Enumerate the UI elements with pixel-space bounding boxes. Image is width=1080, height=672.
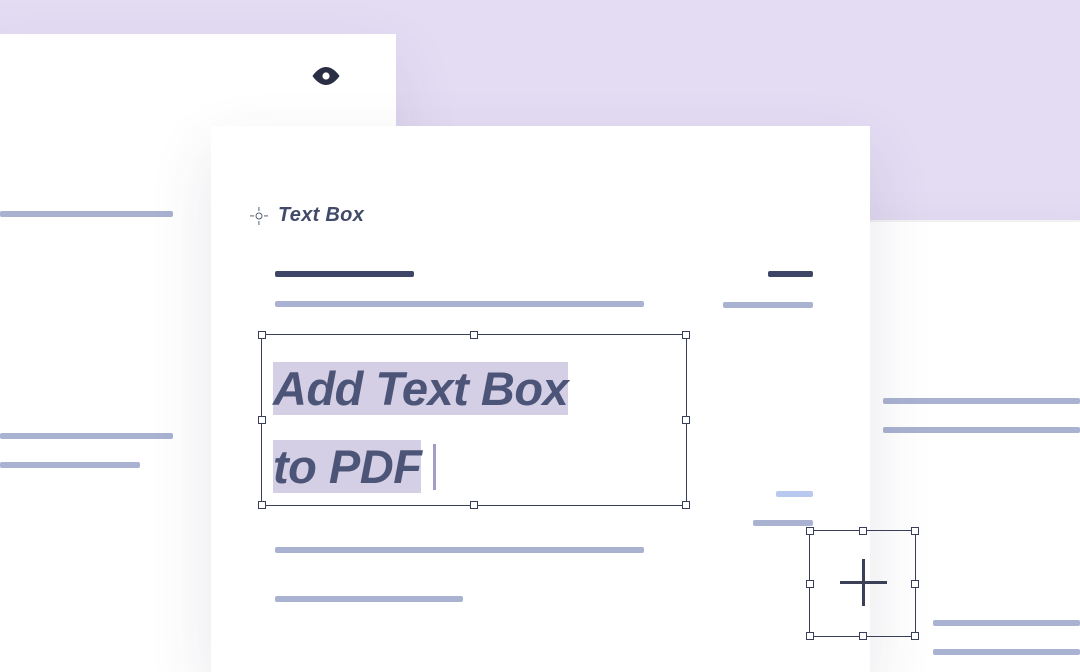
illustration-stage: Text Box Add Text Box to PDF xyxy=(0,0,1080,672)
resize-handle[interactable] xyxy=(682,416,690,424)
placeholder-line xyxy=(776,491,813,497)
resize-handle[interactable] xyxy=(859,527,867,535)
resize-handle[interactable] xyxy=(859,632,867,640)
textbox-tool-label-text: Text Box xyxy=(278,204,364,227)
resize-handle[interactable] xyxy=(682,331,690,339)
textbox-tool-label: Text Box xyxy=(251,204,364,227)
resize-handle[interactable] xyxy=(806,632,814,640)
resize-handle[interactable] xyxy=(470,501,478,509)
resize-handle[interactable] xyxy=(470,331,478,339)
placeholder-line xyxy=(883,427,1080,433)
resize-handle[interactable] xyxy=(806,580,814,588)
placeholder-line xyxy=(933,649,1080,655)
placeholder-line xyxy=(275,301,644,307)
placeholder-line xyxy=(0,433,173,439)
placeholder-line xyxy=(883,398,1080,404)
placeholder-line xyxy=(933,620,1080,626)
placeholder-line xyxy=(0,462,140,468)
resize-handle[interactable] xyxy=(258,416,266,424)
resize-handle[interactable] xyxy=(806,527,814,535)
textbox-selection-frame[interactable] xyxy=(261,334,687,506)
resize-handle[interactable] xyxy=(911,580,919,588)
placeholder-line xyxy=(275,547,644,553)
placeholder-line xyxy=(723,302,813,308)
resize-handle[interactable] xyxy=(258,331,266,339)
placeholder-line xyxy=(275,271,414,277)
resize-handle[interactable] xyxy=(911,527,919,535)
resize-handle[interactable] xyxy=(258,501,266,509)
crosshair-icon xyxy=(251,208,267,224)
placeholder-line xyxy=(275,596,463,602)
resize-handle[interactable] xyxy=(911,632,919,640)
resize-handle[interactable] xyxy=(682,501,690,509)
placeholder-line xyxy=(0,211,173,217)
eye-icon xyxy=(312,67,340,85)
placeholder-line xyxy=(753,520,813,526)
placeholder-line xyxy=(768,271,813,277)
plus-icon xyxy=(862,559,865,606)
